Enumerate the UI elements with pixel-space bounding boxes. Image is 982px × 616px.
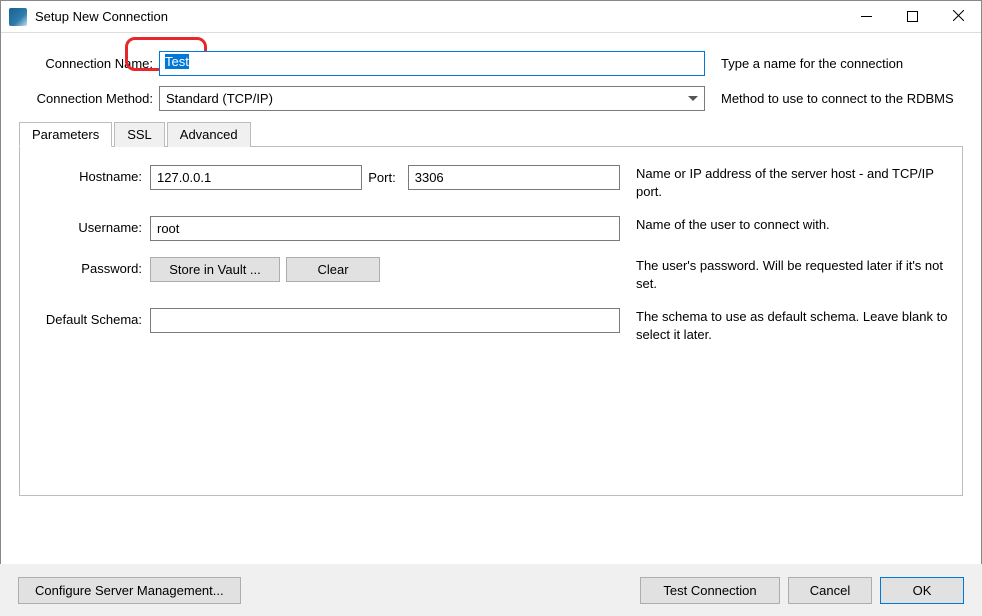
port-label: Port: bbox=[368, 170, 401, 185]
connection-method-field: Standard (TCP/IP) bbox=[159, 86, 705, 111]
username-field-group bbox=[150, 216, 620, 241]
connection-method-select[interactable]: Standard (TCP/IP) bbox=[159, 86, 705, 111]
password-hint: The user's password. Will be requested l… bbox=[620, 257, 952, 292]
clear-password-label: Clear bbox=[317, 262, 348, 277]
tab-advanced[interactable]: Advanced bbox=[167, 122, 251, 147]
hostname-hint: Name or IP address of the server host - … bbox=[620, 165, 952, 200]
ok-label: OK bbox=[913, 583, 932, 598]
default-schema-field-group bbox=[150, 308, 620, 333]
close-button[interactable] bbox=[935, 1, 981, 32]
hostname-label: Hostname: bbox=[30, 165, 150, 184]
username-row: Username: Name of the user to connect wi… bbox=[30, 216, 952, 241]
password-row: Password: Store in Vault ... Clear The u… bbox=[30, 257, 952, 292]
hostname-input[interactable] bbox=[150, 165, 362, 190]
app-icon bbox=[9, 8, 27, 26]
window-controls bbox=[843, 1, 981, 32]
password-field-group: Store in Vault ... Clear bbox=[150, 257, 620, 282]
username-hint: Name of the user to connect with. bbox=[620, 216, 952, 234]
tab-advanced-label: Advanced bbox=[180, 127, 238, 142]
default-schema-input[interactable] bbox=[150, 308, 620, 333]
tabs: Parameters SSL Advanced bbox=[19, 121, 963, 146]
maximize-button[interactable] bbox=[889, 1, 935, 32]
test-connection-label: Test Connection bbox=[663, 583, 756, 598]
parameters-panel: Hostname: Port: Name or IP address of th… bbox=[19, 146, 963, 496]
chevron-down-icon bbox=[688, 96, 698, 101]
username-label: Username: bbox=[30, 216, 150, 235]
connection-method-label: Connection Method: bbox=[19, 91, 159, 106]
tab-ssl-label: SSL bbox=[127, 127, 152, 142]
close-icon bbox=[953, 9, 964, 24]
cancel-label: Cancel bbox=[810, 583, 850, 598]
hostname-field-group: Port: bbox=[150, 165, 620, 190]
username-input[interactable] bbox=[150, 216, 620, 241]
password-label: Password: bbox=[30, 257, 150, 276]
default-schema-hint: The schema to use as default schema. Lea… bbox=[620, 308, 952, 343]
connection-method-value: Standard (TCP/IP) bbox=[166, 91, 273, 106]
minimize-icon bbox=[861, 16, 872, 17]
default-schema-label: Default Schema: bbox=[30, 308, 150, 327]
window-title: Setup New Connection bbox=[35, 9, 843, 24]
store-in-vault-button[interactable]: Store in Vault ... bbox=[150, 257, 280, 282]
connection-name-row: Connection Name: Test Type a name for th… bbox=[19, 51, 963, 76]
hostname-row: Hostname: Port: Name or IP address of th… bbox=[30, 165, 952, 200]
connection-name-field: Test bbox=[159, 51, 705, 76]
maximize-icon bbox=[907, 11, 918, 22]
connection-method-hint: Method to use to connect to the RDBMS bbox=[705, 91, 963, 106]
tab-ssl[interactable]: SSL bbox=[114, 122, 165, 147]
dialog-content: Connection Name: Test Type a name for th… bbox=[1, 33, 981, 563]
configure-server-button[interactable]: Configure Server Management... bbox=[18, 577, 241, 604]
ok-button[interactable]: OK bbox=[880, 577, 964, 604]
test-connection-button[interactable]: Test Connection bbox=[640, 577, 780, 604]
tab-parameters[interactable]: Parameters bbox=[19, 122, 112, 147]
store-in-vault-label: Store in Vault ... bbox=[169, 262, 261, 277]
connection-method-row: Connection Method: Standard (TCP/IP) Met… bbox=[19, 86, 963, 111]
titlebar: Setup New Connection bbox=[1, 1, 981, 33]
cancel-button[interactable]: Cancel bbox=[788, 577, 872, 604]
connection-name-hint: Type a name for the connection bbox=[705, 56, 963, 71]
dialog-footer: Configure Server Management... Test Conn… bbox=[0, 564, 982, 616]
port-input[interactable] bbox=[408, 165, 620, 190]
default-schema-row: Default Schema: The schema to use as def… bbox=[30, 308, 952, 343]
connection-name-label: Connection Name: bbox=[19, 56, 159, 71]
clear-password-button[interactable]: Clear bbox=[286, 257, 380, 282]
minimize-button[interactable] bbox=[843, 1, 889, 32]
connection-name-input[interactable] bbox=[159, 51, 705, 76]
tab-parameters-label: Parameters bbox=[32, 127, 99, 142]
configure-server-label: Configure Server Management... bbox=[35, 583, 224, 598]
